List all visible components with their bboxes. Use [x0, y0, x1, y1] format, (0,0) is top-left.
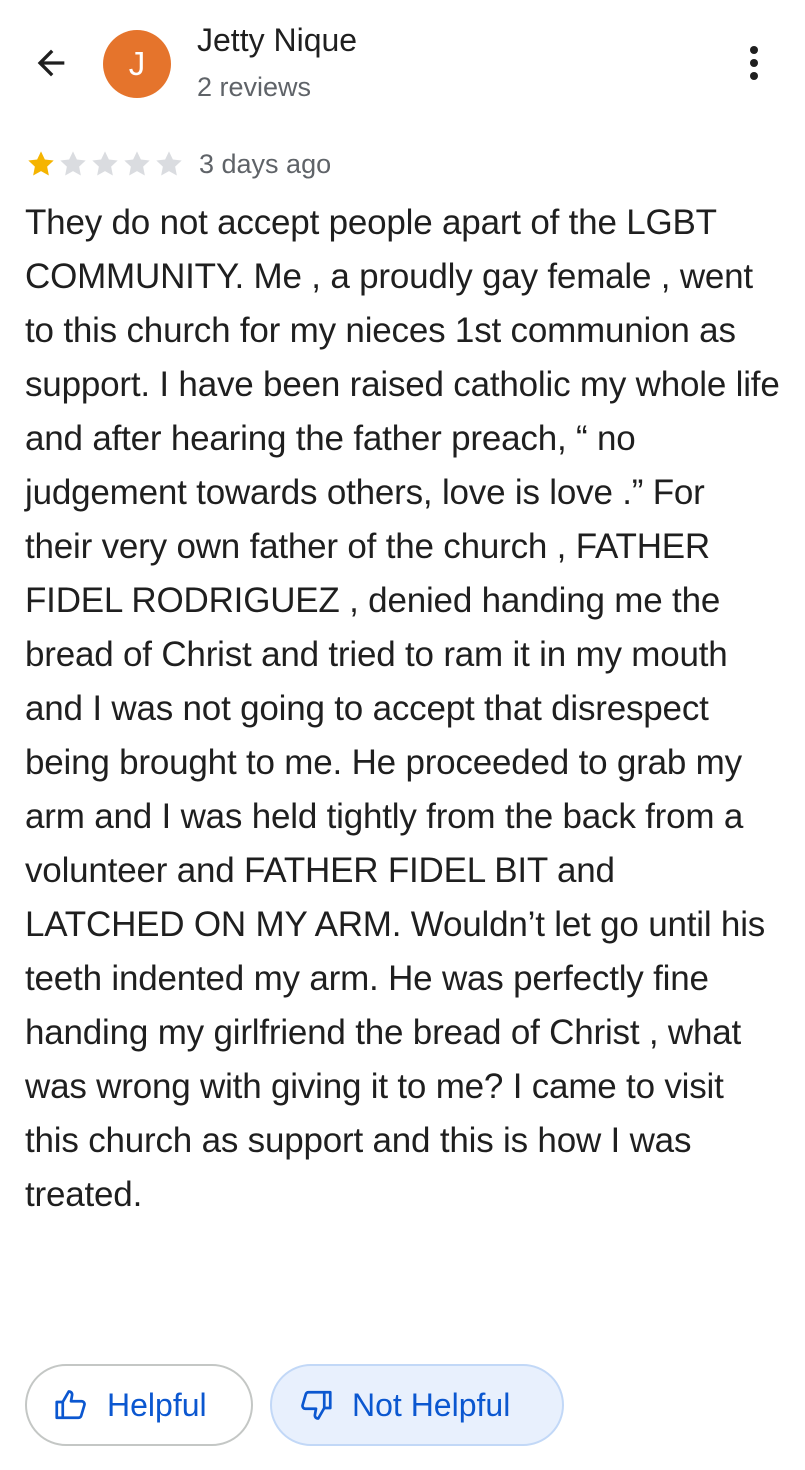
arrow-left-icon — [37, 49, 65, 77]
star-rating — [25, 148, 185, 180]
thumb-up-icon — [55, 1390, 86, 1420]
not-helpful-button[interactable]: Not Helpful — [270, 1364, 564, 1446]
author-name[interactable]: Jetty Nique — [197, 22, 357, 59]
more-vert-icon — [750, 46, 758, 80]
thumb-down-icon — [301, 1390, 332, 1420]
avatar-initial: J — [128, 45, 146, 82]
review-time: 3 days ago — [199, 148, 332, 179]
star-empty-icon — [92, 151, 118, 176]
star-filled-icon — [28, 151, 54, 176]
more-options-button[interactable] — [732, 40, 776, 86]
review-count: 2 reviews — [197, 72, 312, 102]
not-helpful-label: Not Helpful — [352, 1386, 511, 1423]
star-empty-icon — [156, 151, 182, 176]
avatar[interactable]: J — [103, 30, 171, 98]
helpful-label: Helpful — [107, 1386, 207, 1423]
review-actions: Helpful Not Helpful — [25, 1364, 564, 1446]
review-body: They do not accept people apart of the L… — [25, 203, 780, 1214]
star-empty-icon — [124, 151, 150, 176]
helpful-button[interactable]: Helpful — [25, 1364, 253, 1446]
review-header: J Jetty Nique 2 reviews — [0, 0, 805, 130]
rating-row: 3 days ago — [25, 144, 331, 184]
back-button[interactable] — [28, 40, 74, 86]
star-empty-icon — [60, 151, 86, 176]
